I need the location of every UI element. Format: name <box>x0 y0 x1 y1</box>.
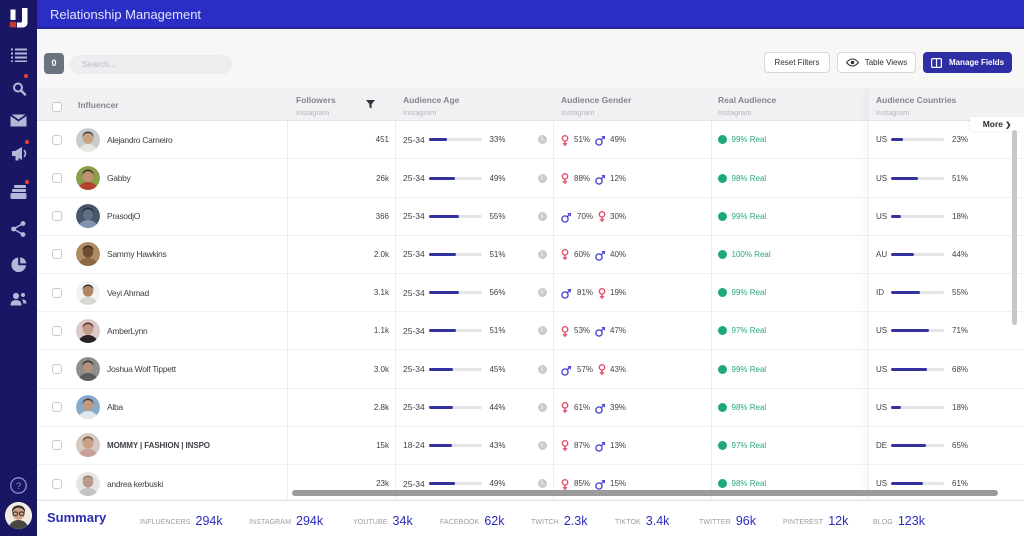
svg-text:?: ? <box>16 481 21 492</box>
